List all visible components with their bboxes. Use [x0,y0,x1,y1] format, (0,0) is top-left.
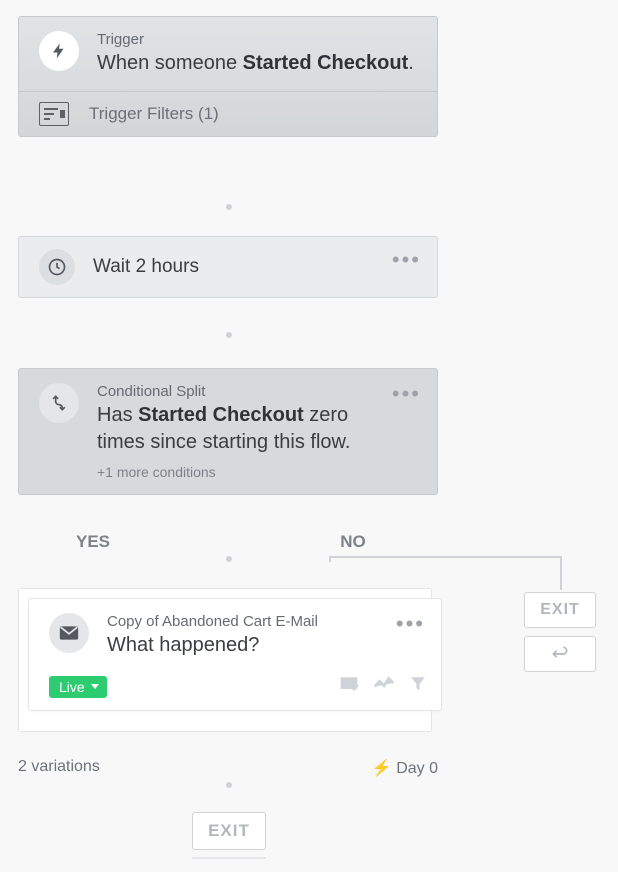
wait-more-icon[interactable]: ••• [392,249,421,271]
funnel-icon[interactable] [409,675,427,698]
bolt-icon [39,31,79,71]
email-card-stack: Copy of Abandoned Cart E-Mail What happe… [18,588,438,701]
connector-line [192,857,266,859]
flow-canvas: Trigger When someone Started Checkout. T… [0,0,618,872]
chevron-down-icon [91,684,99,689]
connector-line [329,556,331,562]
variations-count[interactable]: 2 variations [18,758,100,778]
email-more-icon[interactable]: ••• [396,613,425,635]
trigger-description: When someone Started Checkout. [97,50,421,77]
connector-line [329,556,562,558]
return-icon [550,645,570,663]
inbox-check-icon[interactable] [339,675,359,698]
branch-no-label: NO [248,532,458,552]
connector-dot[interactable] [226,782,232,788]
branch-yes-label: YES [0,532,198,552]
email-subject: What happened? [107,632,396,659]
branch-labels: YES NO [18,532,438,552]
email-card[interactable]: Copy of Abandoned Cart E-Mail What happe… [28,598,442,711]
email-metric-icons [339,675,427,698]
split-label: Conditional Split [97,383,392,400]
split-more-conditions[interactable]: +1 more conditions [97,464,392,480]
split-card[interactable]: Conditional Split Has Started Checkout z… [18,368,438,495]
loop-node[interactable] [524,636,596,672]
connector-dot[interactable] [226,332,232,338]
connector-line [560,556,562,590]
split-condition: Has Started Checkout zero times since st… [97,402,392,456]
email-footer-row: 2 variations Day 0 [18,758,438,778]
connector-dot[interactable] [226,204,232,210]
split-more-icon[interactable]: ••• [392,383,421,405]
wait-text: Wait 2 hours [93,256,392,278]
connector-dot[interactable] [226,556,232,562]
exit-node-right[interactable]: EXIT [524,592,596,628]
filter-icon [39,102,69,126]
trigger-label: Trigger [97,31,421,48]
mail-icon [49,613,89,653]
split-icon [39,383,79,423]
status-badge[interactable]: Live [49,676,107,698]
trigger-card[interactable]: Trigger When someone Started Checkout. T… [18,16,438,137]
email-name: Copy of Abandoned Cart E-Mail [107,613,396,630]
trend-icon[interactable] [373,675,395,698]
exit-node[interactable]: EXIT [192,812,266,850]
wait-card[interactable]: Wait 2 hours ••• [18,236,438,298]
schedule-day: Day 0 [372,758,438,778]
clock-icon [39,249,75,285]
trigger-filters-row[interactable]: Trigger Filters (1) [19,91,437,136]
trigger-filters-label: Trigger Filters (1) [89,104,219,124]
